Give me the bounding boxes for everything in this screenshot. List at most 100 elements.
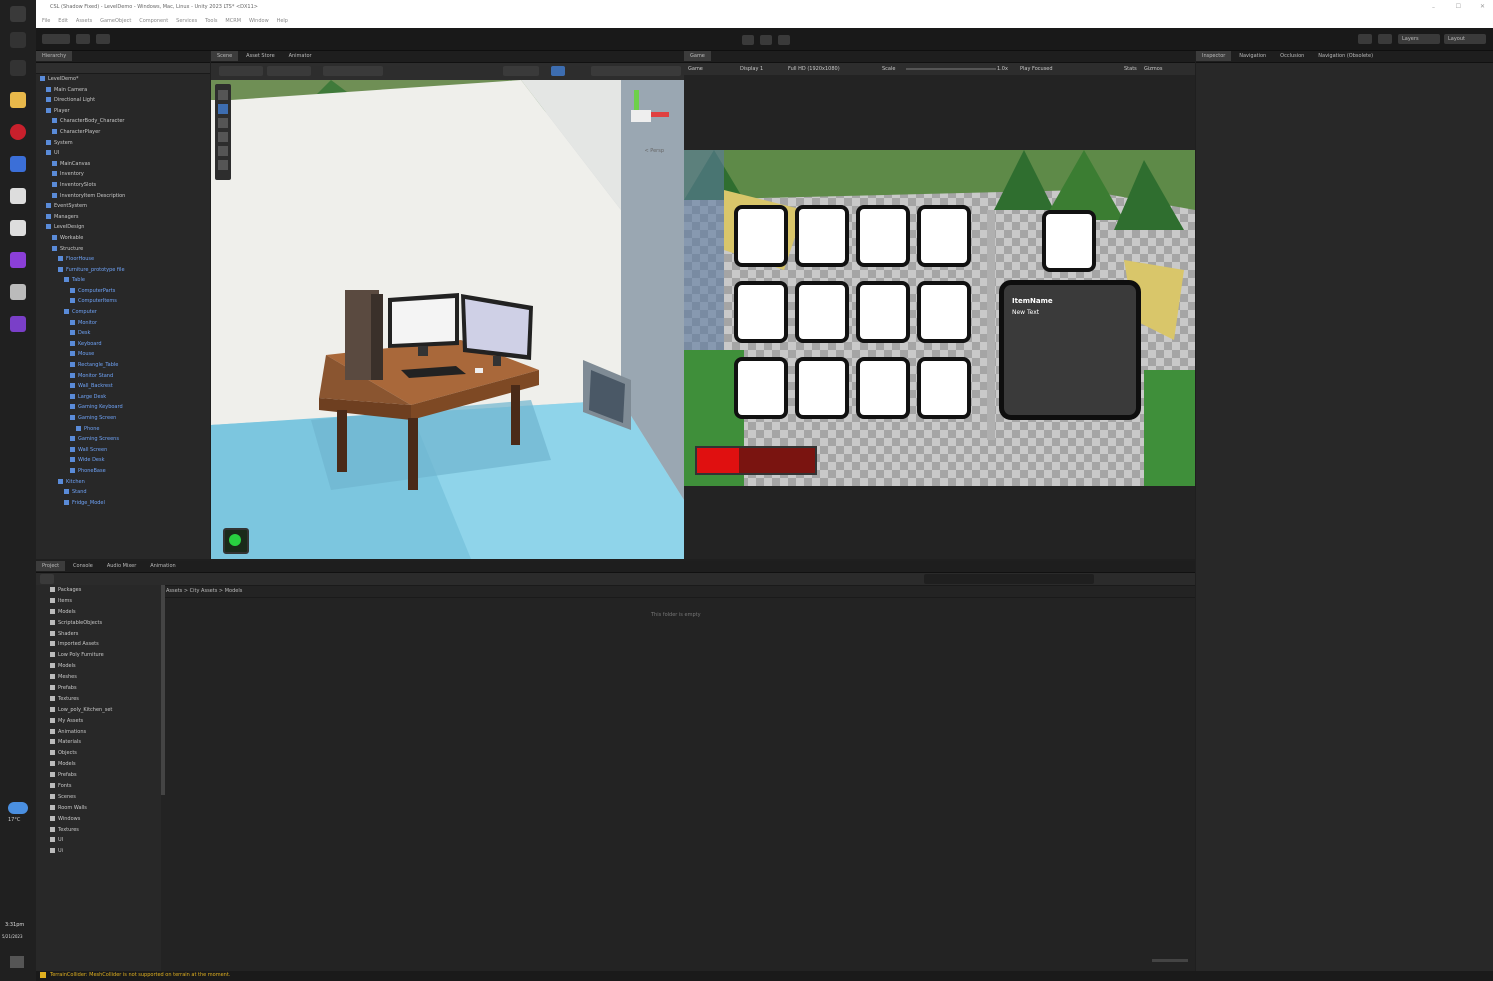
gizmos-button[interactable]: Gizmos bbox=[1144, 63, 1162, 75]
rect-tool-icon[interactable] bbox=[218, 146, 228, 156]
search-icon[interactable] bbox=[10, 32, 26, 48]
hierarchy-item[interactable]: Wall Screen bbox=[40, 445, 210, 456]
inventory-slot[interactable] bbox=[856, 281, 910, 343]
scale-slider[interactable] bbox=[906, 68, 996, 70]
clock-date[interactable]: 5/21/2023 bbox=[2, 934, 23, 939]
unity-hub-icon[interactable] bbox=[10, 188, 26, 204]
close-button[interactable]: ✕ bbox=[1480, 3, 1485, 10]
folder-item[interactable]: Low Poly Furniture bbox=[50, 650, 161, 661]
scale-tool-icon[interactable] bbox=[218, 132, 228, 142]
folder-item[interactable]: Fonts bbox=[50, 781, 161, 792]
inventory-slot[interactable] bbox=[917, 205, 971, 267]
hierarchy-item[interactable]: Stand bbox=[40, 487, 210, 498]
hierarchy-item[interactable]: Managers bbox=[40, 212, 210, 223]
hierarchy-item[interactable]: Monitor Stand bbox=[40, 371, 210, 382]
folder-item[interactable]: Prefabs bbox=[50, 683, 161, 694]
menu-gameobject[interactable]: GameObject bbox=[100, 18, 131, 24]
folder-item[interactable]: Models bbox=[50, 661, 161, 672]
project-filter-icons[interactable] bbox=[1100, 574, 1180, 584]
folder-item[interactable]: Imported Assets bbox=[50, 639, 161, 650]
inventory-slot[interactable] bbox=[856, 357, 910, 419]
hierarchy-item[interactable]: Mouse bbox=[40, 349, 210, 360]
hierarchy-item[interactable]: Directional Light bbox=[40, 95, 210, 106]
folder-item[interactable]: Models bbox=[50, 607, 161, 618]
inventory-slot[interactable] bbox=[734, 205, 788, 267]
menu-assets[interactable]: Assets bbox=[76, 18, 92, 24]
folder-item[interactable]: Textures bbox=[50, 694, 161, 705]
hierarchy-item[interactable]: FloorHouse bbox=[40, 254, 210, 265]
2d-toggle[interactable] bbox=[551, 66, 565, 76]
collab-icon[interactable] bbox=[96, 34, 110, 44]
hierarchy-item[interactable]: Main Camera bbox=[40, 85, 210, 96]
persp-label[interactable]: < Persp bbox=[644, 148, 664, 154]
hierarchy-item[interactable]: Gaming Screens bbox=[40, 434, 210, 445]
tab-animator[interactable]: Animator bbox=[283, 51, 318, 61]
menu-tools[interactable]: Tools bbox=[205, 18, 217, 24]
hierarchy-item[interactable]: LevelDesign bbox=[40, 222, 210, 233]
app-icon[interactable] bbox=[10, 252, 26, 268]
weather-icon[interactable] bbox=[8, 802, 28, 814]
menu-component[interactable]: Component bbox=[139, 18, 168, 24]
hierarchy-item[interactable]: Wall_Backrest bbox=[40, 381, 210, 392]
hierarchy-item[interactable]: ComputerParts bbox=[40, 286, 210, 297]
visual-studio-icon[interactable] bbox=[10, 316, 26, 332]
hierarchy-item[interactable]: CharacterBody_Character bbox=[40, 116, 210, 127]
hierarchy-item[interactable]: System bbox=[40, 138, 210, 149]
hierarchy-item[interactable]: PhoneBase bbox=[40, 466, 210, 477]
notification-icon[interactable] bbox=[10, 956, 24, 968]
folder-item[interactable]: Objects bbox=[50, 748, 161, 759]
status-message[interactable]: TerrainCollider: MeshCollider is not sup… bbox=[50, 972, 230, 978]
menu-help[interactable]: Help bbox=[277, 18, 288, 24]
menu-window[interactable]: Window bbox=[249, 18, 269, 24]
hierarchy-item[interactable]: Phone bbox=[40, 424, 210, 435]
inventory-slot[interactable] bbox=[795, 357, 849, 419]
tab-asset-store[interactable]: Asset Store bbox=[240, 51, 280, 61]
grid-snap-button[interactable] bbox=[323, 66, 383, 76]
equipped-slot[interactable] bbox=[1042, 210, 1096, 272]
hierarchy-search-bar[interactable] bbox=[36, 63, 210, 74]
chrome-icon[interactable] bbox=[10, 156, 26, 172]
icon-size-slider[interactable] bbox=[1152, 959, 1188, 962]
hierarchy-item[interactable]: Inventory bbox=[40, 169, 210, 180]
file-explorer-icon[interactable] bbox=[10, 92, 26, 108]
folder-item[interactable]: UI bbox=[50, 835, 161, 846]
folder-item[interactable]: Low_poly_Kitchen_set bbox=[50, 705, 161, 716]
tab-project[interactable]: Project bbox=[36, 561, 66, 571]
shield-icon[interactable] bbox=[10, 220, 26, 236]
tab-occlusion[interactable]: Occlusion bbox=[1274, 51, 1310, 61]
game-mode-dropdown[interactable]: Game bbox=[688, 63, 703, 75]
inventory-slot[interactable] bbox=[795, 281, 849, 343]
hierarchy-item[interactable]: LevelDemo* bbox=[40, 74, 210, 85]
folder-item[interactable]: Room Walls bbox=[50, 803, 161, 814]
minimize-button[interactable]: – bbox=[1432, 4, 1435, 11]
hand-tool-icon[interactable] bbox=[218, 90, 228, 100]
settings-icon[interactable] bbox=[10, 284, 26, 300]
hierarchy-item[interactable]: Furniture_prototype file bbox=[40, 265, 210, 276]
project-search-input[interactable] bbox=[924, 574, 1094, 584]
pause-button[interactable] bbox=[760, 35, 772, 45]
hierarchy-item[interactable]: Structure bbox=[40, 244, 210, 255]
folder-item[interactable]: Scenes bbox=[50, 792, 161, 803]
menu-mcrm[interactable]: MCRM bbox=[225, 18, 241, 24]
hierarchy-item[interactable]: Gaming Screen bbox=[40, 413, 210, 424]
hierarchy-item[interactable]: UI bbox=[40, 148, 210, 159]
hierarchy-item[interactable]: Kitchen bbox=[40, 477, 210, 488]
game-viewport[interactable]: ItemName New Text bbox=[684, 150, 1195, 486]
undo-history-icon[interactable] bbox=[1358, 34, 1372, 44]
move-tool-icon[interactable] bbox=[218, 104, 228, 114]
scene-visibility-buttons[interactable] bbox=[591, 66, 681, 76]
search-icon[interactable] bbox=[1378, 34, 1392, 44]
inventory-slot[interactable] bbox=[856, 205, 910, 267]
hierarchy-item[interactable]: Wide Desk bbox=[40, 455, 210, 466]
hierarchy-item[interactable]: EventSystem bbox=[40, 201, 210, 212]
hierarchy-item[interactable]: Workable bbox=[40, 233, 210, 244]
account-button[interactable] bbox=[42, 34, 70, 44]
hierarchy-item[interactable]: CharacterPlayer bbox=[40, 127, 210, 138]
tab-hierarchy[interactable]: Hierarchy bbox=[36, 51, 73, 61]
inventory-slot[interactable] bbox=[917, 281, 971, 343]
task-view-icon[interactable] bbox=[10, 60, 26, 76]
hierarchy-item[interactable]: Keyboard bbox=[40, 339, 210, 350]
hierarchy-item[interactable]: Gaming Keyboard bbox=[40, 402, 210, 413]
clock-time[interactable]: 3:31pm bbox=[5, 922, 24, 928]
folder-item[interactable]: Ui bbox=[50, 846, 161, 857]
